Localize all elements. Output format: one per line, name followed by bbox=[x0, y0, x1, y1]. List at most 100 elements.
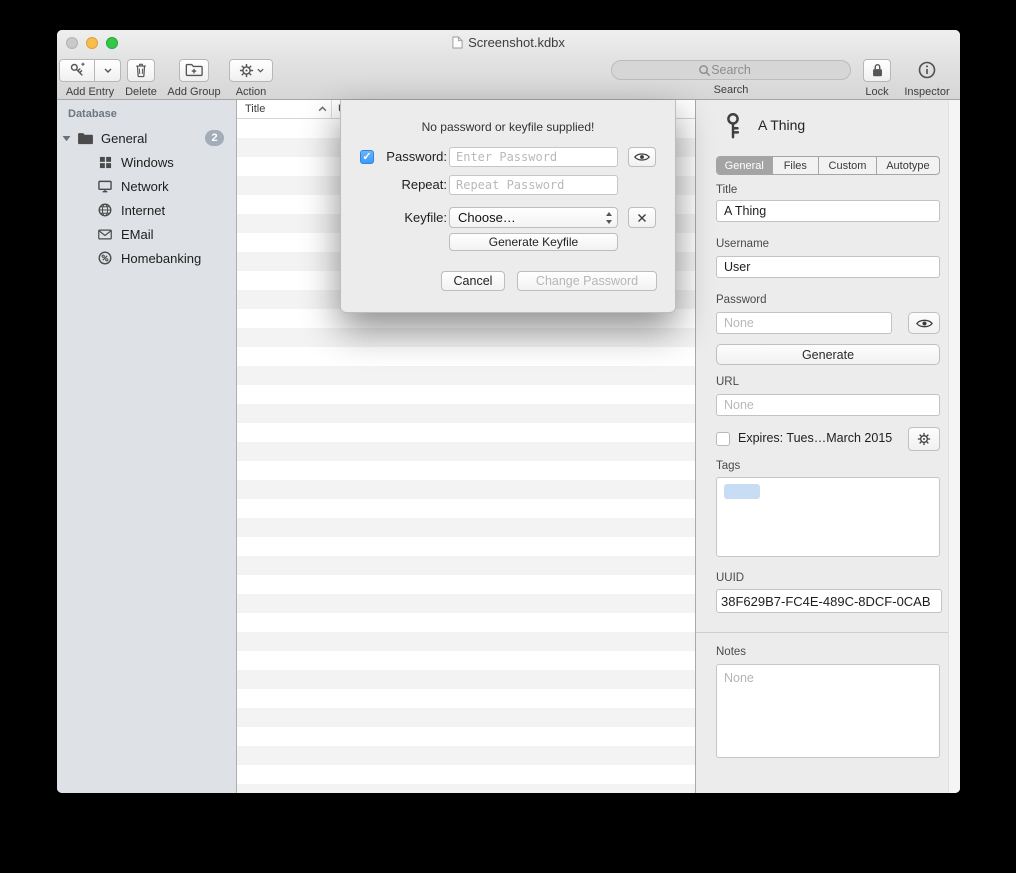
password-checkbox[interactable]: ✓ bbox=[360, 150, 374, 164]
show-password-button[interactable] bbox=[908, 312, 940, 334]
action-button[interactable] bbox=[229, 59, 273, 82]
chevron-down-icon bbox=[257, 68, 264, 73]
sort-ascending-icon bbox=[318, 106, 327, 112]
windows-icon bbox=[95, 156, 115, 169]
toolbar-item-inspector: Inspector bbox=[897, 58, 957, 98]
tab-label: Files bbox=[784, 160, 807, 172]
show-password-button[interactable] bbox=[628, 147, 656, 167]
globe-icon bbox=[95, 203, 115, 217]
clear-keyfile-button[interactable] bbox=[628, 207, 656, 228]
tab-label: Custom bbox=[829, 160, 867, 172]
sidebar-item-label: Windows bbox=[121, 155, 174, 170]
lock-icon bbox=[871, 62, 884, 78]
delete-button[interactable] bbox=[127, 59, 155, 82]
tag-token[interactable] bbox=[724, 484, 760, 499]
window-title: Screenshot.kdbx bbox=[468, 35, 565, 50]
sidebar-item-label: Network bbox=[121, 179, 169, 194]
action-label: Action bbox=[219, 86, 283, 98]
close-x-icon bbox=[637, 213, 647, 223]
expires-settings-button[interactable] bbox=[908, 427, 940, 451]
cancel-button[interactable]: Cancel bbox=[441, 271, 505, 291]
dialog-message: No password or keyfile supplied! bbox=[341, 120, 675, 134]
entry-header: A Thing bbox=[720, 112, 805, 138]
toolbar-item-add-entry: Add Entry bbox=[59, 58, 121, 98]
inspector-label: Inspector bbox=[897, 86, 957, 98]
desktop-background: Screenshot.kdbx Add Entry bbox=[0, 0, 1016, 873]
password-input[interactable] bbox=[449, 147, 618, 167]
password-field-label: Password bbox=[716, 294, 767, 306]
entry-count-badge: 2 bbox=[205, 130, 224, 146]
password-input[interactable] bbox=[716, 312, 892, 334]
tab-general[interactable]: General bbox=[717, 157, 773, 174]
window-chrome: Screenshot.kdbx Add Entry bbox=[57, 30, 960, 100]
tab-custom[interactable]: Custom bbox=[819, 157, 877, 174]
notes-input[interactable] bbox=[717, 665, 939, 757]
tab-files[interactable]: Files bbox=[773, 157, 820, 174]
check-icon: ✓ bbox=[362, 151, 371, 163]
inspector-toggle-button[interactable] bbox=[918, 59, 936, 82]
generate-keyfile-button[interactable]: Generate Keyfile bbox=[449, 233, 618, 251]
info-icon bbox=[918, 61, 936, 79]
expires-checkbox[interactable] bbox=[716, 432, 730, 446]
title-input[interactable] bbox=[716, 200, 940, 222]
sidebar-item-email[interactable]: EMail bbox=[57, 222, 236, 246]
change-password-dialog: No password or keyfile supplied! ✓ Passw… bbox=[340, 100, 676, 313]
section-divider bbox=[696, 632, 948, 633]
column-header-title[interactable]: Title bbox=[237, 100, 332, 118]
lock-button[interactable] bbox=[863, 59, 891, 82]
search-label: Search bbox=[609, 84, 853, 96]
percent-coin-icon bbox=[95, 251, 115, 265]
tags-label: Tags bbox=[716, 460, 740, 472]
trash-icon bbox=[134, 62, 148, 78]
toolbar: Add Entry Delete bbox=[57, 56, 960, 100]
add-entry-label: Add Entry bbox=[59, 86, 121, 98]
username-field-label: Username bbox=[716, 238, 769, 250]
eye-icon bbox=[916, 318, 933, 329]
uuid-label: UUID bbox=[716, 572, 744, 584]
repeat-password-input[interactable] bbox=[449, 175, 618, 195]
folder-plus-icon bbox=[185, 63, 203, 77]
inspector-tabs: General Files Custom Autotype bbox=[716, 156, 940, 175]
keyfile-popup-button[interactable]: Choose… bbox=[449, 207, 618, 228]
sidebar-item-general[interactable]: General 2 bbox=[57, 126, 236, 150]
notes-label: Notes bbox=[716, 646, 746, 658]
sidebar-item-homebanking[interactable]: Homebanking bbox=[57, 246, 236, 270]
add-group-button[interactable] bbox=[179, 59, 209, 82]
entry-title: A Thing bbox=[758, 117, 805, 133]
url-input[interactable] bbox=[716, 394, 940, 416]
titlebar: Screenshot.kdbx bbox=[57, 35, 960, 50]
add-entry-button[interactable] bbox=[59, 59, 95, 82]
sidebar-item-network[interactable]: Network bbox=[57, 174, 236, 198]
stepper-icon bbox=[605, 211, 613, 228]
title-field-label: Title bbox=[716, 184, 737, 196]
uuid-field[interactable] bbox=[716, 589, 942, 613]
repeat-field-label: Repeat: bbox=[377, 175, 447, 195]
generate-password-button[interactable]: Generate bbox=[716, 344, 940, 365]
sidebar-section-header: Database bbox=[68, 108, 117, 120]
inspector-scrollbar[interactable] bbox=[948, 100, 960, 793]
inspector-panel: A Thing General Files Custom Autotype Ti… bbox=[695, 100, 960, 793]
change-password-button[interactable]: Change Password bbox=[517, 271, 657, 291]
generate-keyfile-label: Generate Keyfile bbox=[489, 235, 578, 249]
folder-icon bbox=[75, 132, 95, 145]
tab-label: General bbox=[725, 160, 764, 172]
sidebar-item-label: Homebanking bbox=[121, 251, 201, 266]
expires-label: Expires: Tues…March 2015 bbox=[738, 431, 892, 445]
keyfile-popup-value: Choose… bbox=[458, 210, 516, 225]
disclosure-triangle-icon[interactable] bbox=[57, 135, 75, 142]
tab-autotype[interactable]: Autotype bbox=[877, 157, 939, 174]
search-input[interactable] bbox=[612, 61, 850, 79]
username-input[interactable] bbox=[716, 256, 940, 278]
envelope-icon bbox=[95, 229, 115, 240]
lock-label: Lock bbox=[857, 86, 897, 98]
toolbar-item-search: Search bbox=[609, 58, 853, 96]
gear-icon bbox=[239, 63, 254, 78]
eye-icon bbox=[634, 152, 650, 162]
sidebar-item-internet[interactable]: Internet bbox=[57, 198, 236, 222]
cancel-label: Cancel bbox=[454, 274, 493, 288]
tags-box[interactable] bbox=[716, 477, 940, 557]
sidebar-item-label: Internet bbox=[121, 203, 165, 218]
tab-label: Autotype bbox=[886, 160, 929, 172]
sidebar-item-windows[interactable]: Windows bbox=[57, 150, 236, 174]
password-field-label: Password: bbox=[377, 147, 447, 167]
